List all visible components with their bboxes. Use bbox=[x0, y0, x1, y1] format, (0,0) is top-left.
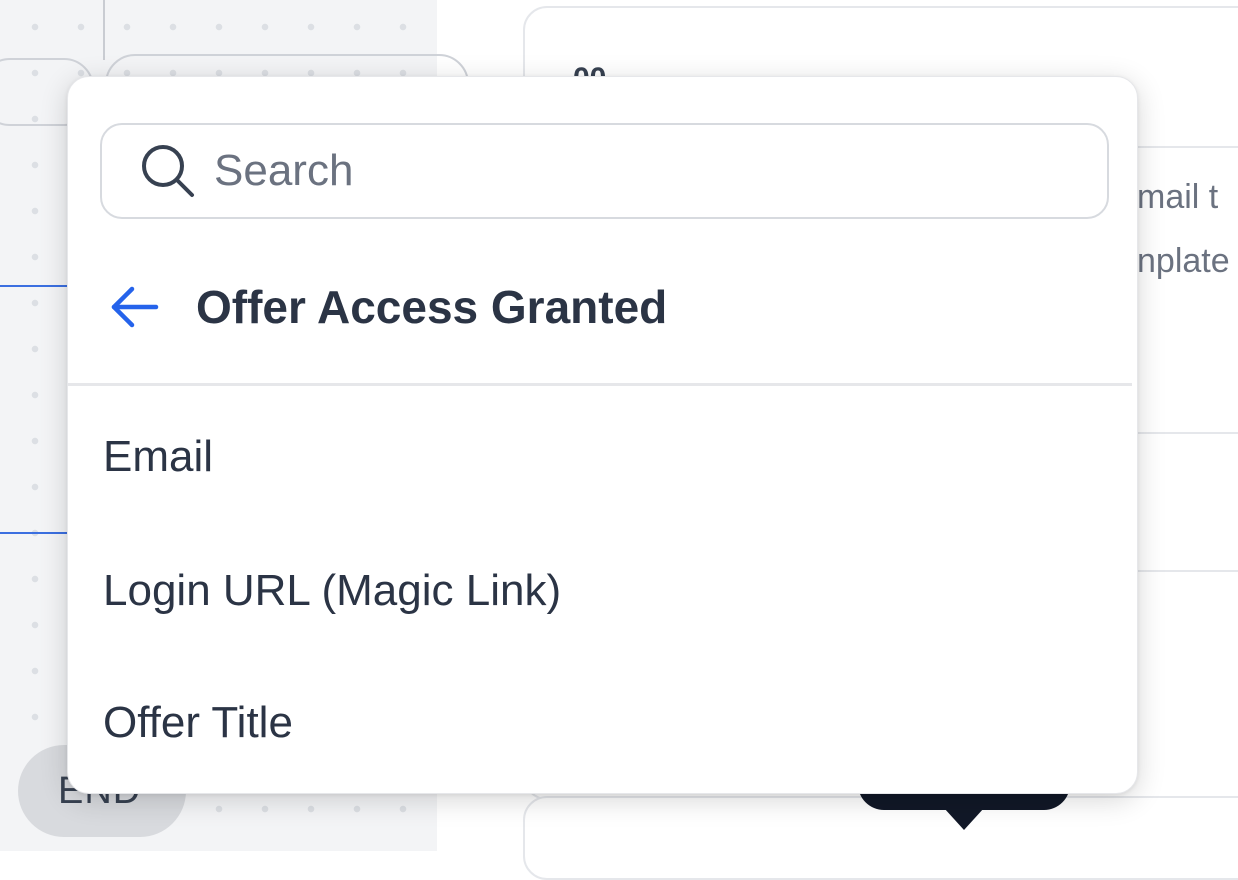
option-offer-title[interactable]: Offer Title bbox=[103, 683, 1103, 763]
divider bbox=[68, 383, 1132, 386]
category-title: Offer Access Granted bbox=[196, 281, 668, 333]
arrow-left-icon bbox=[106, 279, 162, 335]
connector-line bbox=[0, 532, 70, 534]
tooltip-arrow bbox=[944, 808, 984, 830]
search-icon bbox=[136, 139, 200, 203]
connector-line bbox=[103, 0, 105, 60]
panel-description: mail t bbox=[1137, 178, 1219, 216]
panel-description: nplate bbox=[1137, 242, 1230, 280]
search-field[interactable] bbox=[100, 123, 1109, 219]
search-input[interactable] bbox=[214, 146, 1107, 196]
back-button[interactable]: Offer Access Granted bbox=[100, 267, 1100, 347]
connector-line bbox=[0, 285, 70, 287]
option-login-url[interactable]: Login URL (Magic Link) bbox=[103, 551, 1103, 631]
option-email[interactable]: Email bbox=[103, 417, 1103, 497]
merge-tag-dropdown: Offer Access Granted Email Login URL (Ma… bbox=[67, 76, 1138, 794]
